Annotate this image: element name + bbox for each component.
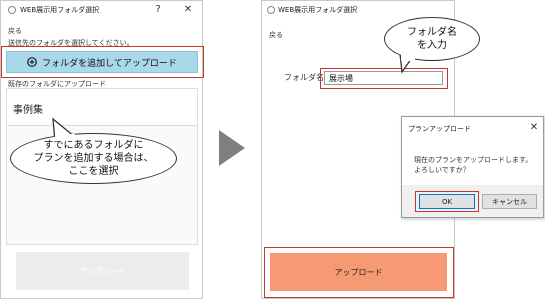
callout-pointer-cover-left [55, 134, 75, 141]
app-icon [8, 6, 16, 14]
add-folder-label: フォルダを追加してアップロード [42, 58, 177, 69]
upload-button-disabled[interactable]: アップロード [16, 252, 189, 290]
folder-name-value: 展示場 [329, 74, 353, 83]
next-arrow-icon [219, 130, 245, 166]
dialog-message-line-2: よろしいですか？ [414, 166, 470, 174]
ok-button[interactable]: OK [419, 194, 475, 209]
back-link[interactable]: 戻る [8, 26, 22, 36]
folder-item-label: 事例集 [13, 105, 43, 116]
back-link[interactable]: 戻る [269, 30, 283, 40]
confirm-dialog: プランアップロード ✕ 現在のプランをアップロードします。 よろしいですか？ O… [401, 116, 544, 218]
window-title: WEB展示用フォルダ選択 [278, 6, 358, 14]
callout-line-1: フォルダ名 [407, 27, 457, 38]
add-folder-button[interactable]: フォルダを追加してアップロード [6, 51, 198, 73]
callout-line-2: を入力 [417, 40, 447, 51]
dialog-title: プランアップロード [408, 125, 471, 133]
app-icon [267, 6, 275, 14]
upload-label: アップロード [78, 266, 127, 276]
folder-item[interactable]: 事例集 [7, 89, 197, 126]
plus-circle-icon [27, 57, 38, 67]
callout-line-2: プランを追加する場合は、 [33, 153, 154, 164]
upload-label: アップロード [334, 267, 383, 277]
cancel-button[interactable]: キャンセル [482, 194, 537, 209]
dialog-footer: OK キャンセル [402, 185, 543, 217]
cancel-label: キャンセル [492, 198, 527, 206]
callout-line-3: ここを選択 [68, 166, 119, 177]
callout-pointer-cover-right [401, 54, 415, 61]
window-title: WEB展示用フォルダ選択 [20, 6, 100, 14]
dialog-message-line-1: 現在のプランをアップロードします。 [414, 156, 533, 164]
help-button[interactable]: ? [151, 4, 165, 16]
callout-folder-name: フォルダ名 を入力 [384, 17, 480, 61]
ok-label: OK [441, 198, 453, 206]
close-button[interactable]: ✕ [181, 4, 195, 16]
upload-button[interactable]: アップロード [270, 253, 447, 291]
callout-existing-folder: すでにあるフォルダに プランを追加する場合は、 ここを選択 [10, 133, 177, 184]
dialog-close-button[interactable]: ✕ [527, 122, 541, 134]
